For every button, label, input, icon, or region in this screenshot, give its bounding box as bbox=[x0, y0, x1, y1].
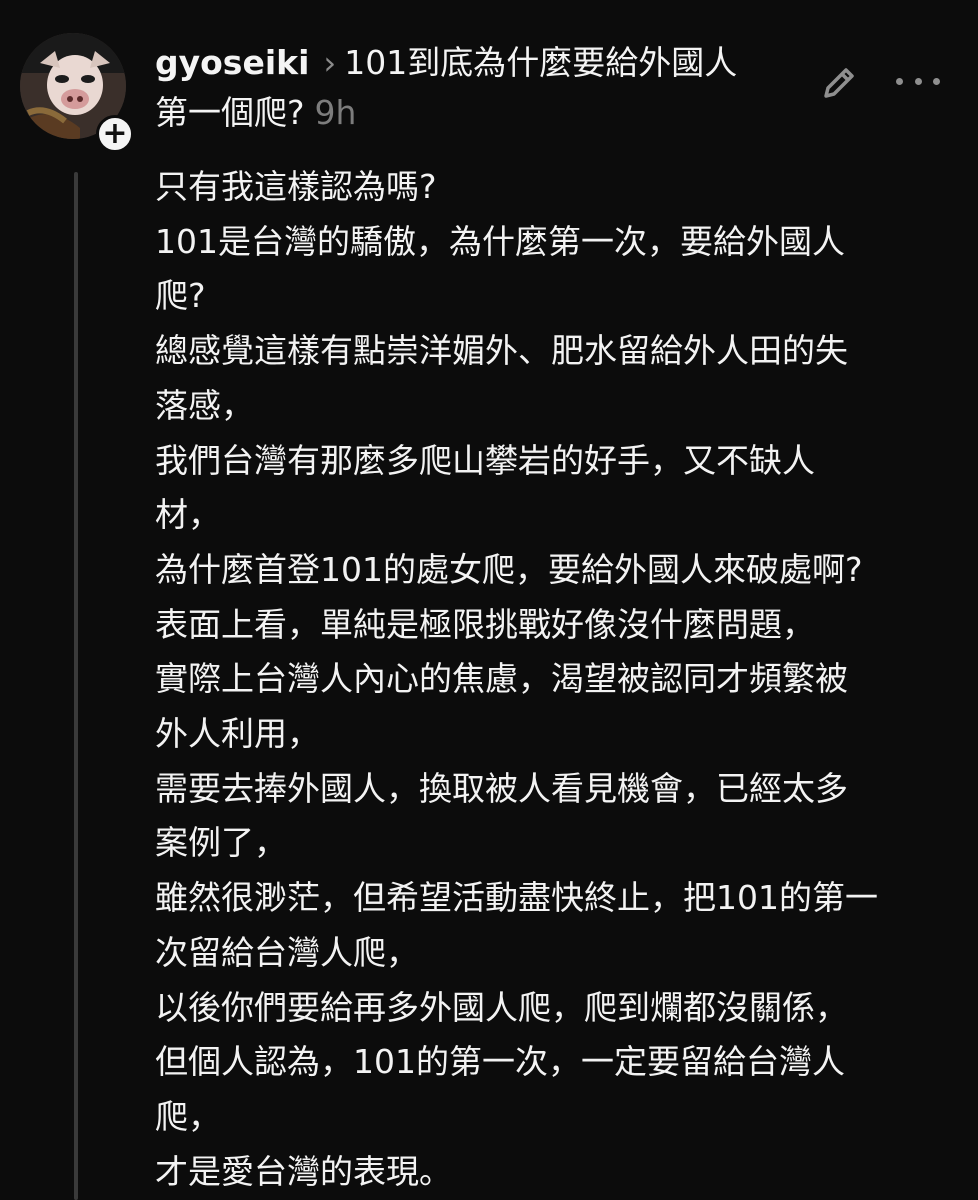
body-line: 101是台灣的驕傲，為什麼第一次，要給外國人 bbox=[155, 221, 845, 261]
body-line: 爬? bbox=[155, 276, 206, 316]
body-line: 案例了， bbox=[155, 823, 287, 863]
post-header: gyoseiki › 101到底為什麼要給外國人 第一個爬? 9h bbox=[155, 38, 795, 138]
body-line: 我們台灣有那麼多爬山攀岩的好手，又不缺人 bbox=[155, 440, 815, 480]
avatar-container[interactable]: + bbox=[20, 33, 134, 153]
body-line: 總感覺這樣有點崇洋媚外、肥水留給外人田的失 bbox=[155, 331, 848, 371]
body-line: 為什麼首登101的處女爬，要給外國人來破處啊? bbox=[155, 549, 863, 589]
follow-button[interactable]: + bbox=[96, 115, 134, 153]
header-line-2: 第一個爬? 9h bbox=[155, 88, 795, 138]
body-line: 需要去捧外國人，換取被人看見機會，已經太多 bbox=[155, 768, 848, 808]
post-title[interactable]: 101到底為什麼要給外國人 bbox=[344, 43, 737, 82]
header-line-1: gyoseiki › 101到底為什麼要給外國人 bbox=[155, 38, 795, 88]
body-line: 雖然很渺茫，但希望活動盡快終止，把101的第一 bbox=[155, 878, 878, 918]
post-body: 只有我這樣認為嗎? 101是台灣的驕傲，為什麼第一次，要給外國人 爬? 總感覺這… bbox=[155, 160, 970, 1199]
body-line: 以後你們要給再多外國人爬，爬到爛都沒關係， bbox=[155, 987, 848, 1027]
body-line: 才是愛台灣的表現。 bbox=[155, 1151, 452, 1191]
body-line: 外人利用， bbox=[155, 714, 320, 754]
dot bbox=[896, 77, 903, 85]
pencil-icon-svg bbox=[824, 68, 854, 98]
body-line: 實際上台灣人內心的焦慮，渴望被認同才頻繁被 bbox=[155, 659, 848, 699]
plus-icon: + bbox=[102, 116, 128, 151]
body-line: 爬， bbox=[155, 1096, 221, 1136]
username[interactable]: gyoseiki bbox=[155, 43, 309, 82]
post-title-continued[interactable]: 第一個爬? bbox=[155, 93, 305, 132]
body-line: 表面上看，單純是極限挑戰好像沒什麼問題， bbox=[155, 604, 815, 644]
body-line: 材， bbox=[155, 495, 221, 535]
dot bbox=[914, 77, 922, 85]
dot bbox=[933, 77, 940, 85]
body-line: 但個人認為，101的第一次，一定要留給台灣人 bbox=[155, 1042, 845, 1082]
chevron-right-icon: › bbox=[323, 44, 337, 82]
body-line: 落感， bbox=[155, 385, 254, 425]
body-line: 只有我這樣認為嗎? bbox=[155, 167, 437, 206]
more-dots-icon[interactable] bbox=[896, 66, 940, 96]
body-line: 次留給台灣人爬， bbox=[155, 932, 419, 972]
thread-line bbox=[74, 172, 78, 1200]
post-time: 9h bbox=[314, 93, 357, 132]
pencil-icon[interactable] bbox=[818, 60, 862, 104]
